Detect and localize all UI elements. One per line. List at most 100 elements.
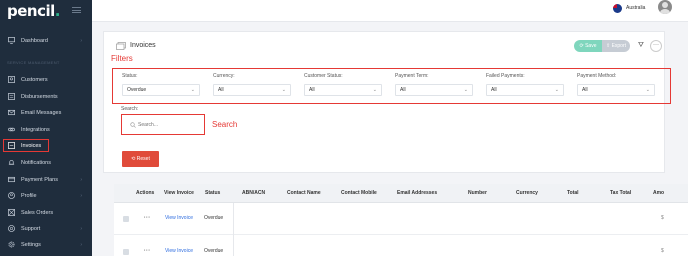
link-icon [7, 126, 15, 134]
column-header[interactable]: ABN/ACN [242, 190, 265, 196]
filter-currency: Currency: All ⌄ [213, 73, 291, 96]
row-checkbox[interactable] [123, 249, 129, 255]
select-value: All [582, 87, 588, 93]
nav-section-label: SERVICE MANAGEMENT [7, 60, 60, 65]
column-header[interactable]: View Invoice [164, 190, 194, 196]
chevron-down-icon: ⌄ [645, 87, 650, 93]
column-header[interactable]: Email Addresses [397, 190, 437, 196]
user-avatar[interactable] [658, 0, 672, 14]
chevron-right-icon: › [80, 177, 82, 183]
column-divider [233, 203, 234, 256]
filter-label: Currency: [213, 73, 235, 79]
orders-icon [7, 209, 15, 217]
sidebar-item-label: Integrations [21, 126, 50, 133]
column-header[interactable]: Actions [136, 190, 154, 196]
chevron-right-icon: › [80, 193, 82, 199]
status-cell: Overdue [204, 248, 224, 254]
sidebar-item-invoices[interactable]: Invoices [3, 139, 49, 152]
sidebar-item-disbursements[interactable]: Disbursements [0, 90, 92, 103]
column-header[interactable]: Tax Total [610, 190, 631, 196]
sidebar-item-label: Invoices [21, 142, 42, 149]
table-row: ··· View Invoice Overdue $ [114, 236, 688, 256]
filter-label: Payment Term: [395, 73, 429, 79]
search-input[interactable] [138, 121, 200, 129]
region-selector[interactable]: Australia [626, 5, 645, 11]
sidebar-item-sales-orders[interactable]: Sales Orders [0, 206, 92, 219]
column-header[interactable]: Contact Name [287, 190, 321, 196]
sidebar-item-customers[interactable]: Customers [0, 73, 92, 86]
column-header[interactable]: Contact Mobile [341, 190, 377, 196]
column-header[interactable]: Number [468, 190, 487, 196]
filter-failed-payments: Failed Payments: All ⌄ [486, 73, 564, 96]
currency-select[interactable]: All ⌄ [213, 84, 291, 96]
filters-panel: Status: Overdue ⌄ Currency: All ⌄ Customer… [112, 68, 671, 104]
filter-payment-term: Payment Term: All ⌄ [395, 73, 473, 96]
filter-icon[interactable]: ⛛ [636, 41, 646, 51]
users-icon [7, 76, 15, 84]
chevron-down-icon: ⌄ [190, 87, 195, 93]
australia-flag-icon [613, 4, 622, 13]
column-header[interactable]: Total [567, 190, 579, 196]
column-header[interactable]: Amo [653, 190, 664, 196]
row-checkbox[interactable] [123, 216, 129, 222]
menu-toggle-icon[interactable] [72, 7, 81, 13]
select-value: Overdue [127, 87, 147, 93]
invoices-table: Actions View Invoice Status ABN/ACN Cont… [114, 184, 688, 256]
search-field[interactable] [121, 114, 205, 135]
filters-annotation: Filters [111, 54, 133, 63]
sidebar-item-label: Customers [21, 76, 48, 83]
reset-button[interactable]: ⟲ Reset [122, 151, 159, 167]
failed-payments-select[interactable]: All ⌄ [486, 84, 564, 96]
more-options-button[interactable]: ··· [650, 40, 662, 52]
payment-method-select[interactable]: All ⌄ [577, 84, 655, 96]
sidebar-item-label: Profile [21, 192, 37, 199]
sidebar-item-email-messages[interactable]: Email Messages [0, 106, 92, 119]
export-button[interactable]: ⇧ Export [602, 40, 630, 52]
row-actions-button[interactable]: ··· [144, 248, 151, 254]
column-header[interactable]: Status [205, 190, 220, 196]
select-value: All [491, 87, 497, 93]
save-button[interactable]: ⟳ Save [574, 40, 602, 52]
filter-status: Status: Overdue ⌄ [122, 73, 200, 96]
row-actions-button[interactable]: ··· [144, 215, 151, 221]
select-value: All [400, 87, 406, 93]
sidebar-item-notifications[interactable]: Notifications [0, 156, 92, 169]
status-cell: Overdue [204, 215, 224, 221]
payment-term-select[interactable]: All ⌄ [395, 84, 473, 96]
filter-payment-method: Payment Method: All ⌄ [577, 73, 655, 96]
save-label: Save [585, 43, 597, 49]
sidebar-item-label: Sales Orders [21, 209, 54, 216]
view-invoice-link[interactable]: View Invoice [165, 248, 193, 254]
invoices-page-icon [116, 42, 126, 50]
profile-icon [7, 192, 15, 200]
chevron-down-icon: ⌄ [281, 87, 286, 93]
reset-label: Reset [136, 156, 150, 162]
chevron-right-icon: › [80, 38, 82, 44]
gear-icon [7, 241, 15, 249]
sidebar-item-settings[interactable]: Settings › [0, 238, 92, 251]
chevron-right-icon: › [80, 242, 82, 248]
mail-icon [7, 109, 15, 117]
pencil-logo[interactable]: pencil. [7, 2, 60, 20]
search-annotation: Search [212, 120, 238, 129]
table-header: Actions View Invoice Status ABN/ACN Cont… [114, 184, 688, 203]
customer-status-select[interactable]: All ⌄ [304, 84, 382, 96]
filter-label: Failed Payments: [486, 73, 525, 79]
sidebar-item-label: Disbursements [21, 93, 58, 100]
sidebar-item-label: Dashboard [21, 37, 48, 44]
top-bar: Australia [92, 0, 688, 22]
column-header[interactable]: Currency [516, 190, 538, 196]
chevron-right-icon: › [80, 226, 82, 232]
sidebar-item-support[interactable]: Support › [0, 222, 92, 235]
status-select[interactable]: Overdue ⌄ [122, 84, 200, 96]
sidebar-item-payment-plans[interactable]: Payment Plans › [0, 173, 92, 186]
search-label: Search: [121, 106, 139, 112]
payment-icon [7, 176, 15, 184]
chevron-down-icon: ⌄ [372, 87, 377, 93]
sidebar: pencil. Dashboard › SERVICE MANAGEMENT C… [0, 0, 92, 256]
view-invoice-link[interactable]: View Invoice [165, 215, 193, 221]
sidebar-item-profile[interactable]: Profile › [0, 189, 92, 202]
sidebar-item-dashboard[interactable]: Dashboard › [0, 34, 92, 47]
sidebar-item-integrations[interactable]: Integrations [0, 123, 92, 136]
filter-label: Status: [122, 73, 138, 79]
